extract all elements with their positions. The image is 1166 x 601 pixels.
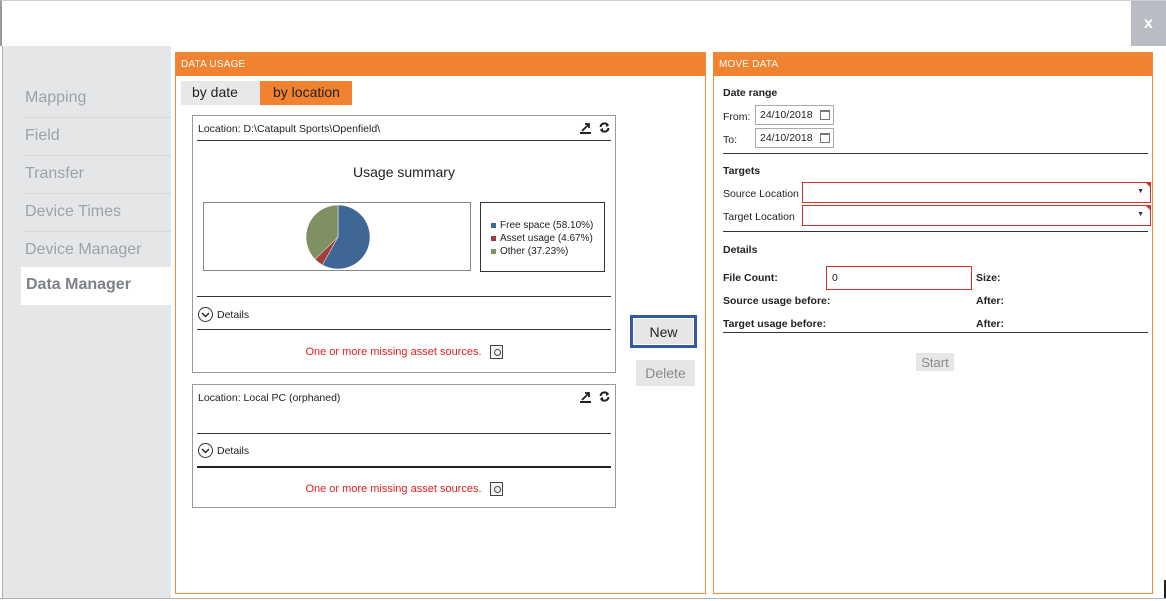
divider — [723, 153, 1148, 154]
close-button[interactable]: x — [1131, 1, 1166, 47]
sidebar-item-mapping[interactable]: Mapping — [25, 80, 172, 118]
legend-item: Free space (58.10%) — [491, 219, 604, 232]
details-heading: Details — [723, 244, 758, 256]
close-icon: x — [1144, 15, 1153, 32]
legend-swatch — [491, 236, 496, 241]
details-label: Details — [217, 308, 250, 321]
target-usage-label: Target usage before: — [723, 318, 827, 330]
details-toggle[interactable]: Details — [198, 443, 249, 458]
refresh-icon[interactable] — [597, 120, 611, 134]
divider — [197, 433, 611, 434]
data-usage-panel: DATA USAGE by date by location Location:… — [175, 52, 706, 594]
from-date-field[interactable]: 24/10/2018 — [755, 105, 834, 125]
tab-by-location[interactable]: by location — [260, 81, 352, 105]
source-after-label: After: — [976, 295, 1004, 307]
dropdown-arrow-icon: ▼ — [1137, 188, 1144, 195]
start-button[interactable]: Start — [916, 353, 954, 371]
location-card: Location: Local PC (orphaned) Details On… — [192, 384, 616, 508]
refresh-icon[interactable] — [597, 389, 611, 403]
legend-item: Asset usage (4.67%) — [491, 232, 604, 245]
error-indicator — [1145, 205, 1151, 211]
sidebar-item-device-times[interactable]: Device Times — [25, 194, 172, 232]
location-card: Location: D:\Catapult Sports\Openfield\ … — [192, 115, 616, 373]
card-toolbar — [578, 120, 611, 134]
divider — [197, 329, 611, 330]
chevron-down-circle-icon — [198, 443, 213, 458]
sidebar-item-label: Device Manager — [25, 241, 142, 258]
title-bar: x — [0, 0, 1166, 47]
move-data-panel: MOVE DATA Date range From: 24/10/2018 To… — [713, 52, 1153, 594]
divider — [723, 332, 1148, 333]
from-label: From: — [723, 111, 751, 123]
chevron-down-circle-icon — [198, 307, 213, 322]
tab-by-date[interactable]: by date — [181, 81, 260, 105]
size-label: Size: — [976, 272, 1001, 284]
new-button[interactable]: New — [630, 315, 697, 348]
file-count-label: File Count: — [723, 272, 778, 284]
source-location-select[interactable]: ▼ — [802, 182, 1151, 203]
legend-label: Other (37.23%) — [500, 246, 569, 257]
sidebar-item-data-manager[interactable]: Data Manager — [21, 267, 172, 305]
pie-legend: Free space (58.10%) Asset usage (4.67%) … — [480, 202, 605, 272]
date-range-heading: Date range — [723, 87, 778, 99]
missing-sources-text: One or more missing asset sources. — [305, 483, 482, 495]
pie-chart — [203, 202, 471, 271]
move-data-header: MOVE DATA — [714, 53, 1152, 76]
calendar-icon[interactable] — [820, 110, 830, 120]
divider — [723, 231, 1148, 232]
sidebar-item-label: Data Manager — [26, 276, 131, 293]
sidebar-item-field[interactable]: Field — [25, 118, 172, 156]
source-usage-label: Source usage before: — [723, 295, 831, 307]
export-icon[interactable] — [578, 389, 592, 403]
export-icon[interactable] — [578, 120, 592, 134]
usage-tabs: by date by location — [181, 81, 352, 105]
sidebar-item-device-manager[interactable]: Device Manager — [25, 232, 172, 270]
to-label: To: — [723, 134, 738, 146]
targets-heading: Targets — [723, 165, 761, 177]
legend-swatch — [491, 223, 496, 228]
from-date-value: 24/10/2018 — [760, 109, 813, 121]
calendar-icon[interactable] — [820, 133, 830, 143]
sidebar-item-label: Mapping — [25, 89, 87, 106]
sidebar-item-transfer[interactable]: Transfer — [25, 156, 172, 194]
to-date-value: 24/10/2018 — [760, 132, 813, 144]
legend-label: Free space (58.10%) — [500, 220, 594, 231]
dropdown-arrow-icon: ▼ — [1137, 211, 1144, 218]
usage-summary-title: Usage summary — [353, 164, 455, 180]
legend-item: Other (37.23%) — [491, 245, 604, 258]
error-indicator — [1145, 182, 1151, 188]
document-search-icon[interactable] — [489, 345, 503, 359]
document-search-icon[interactable] — [489, 482, 503, 496]
legend-label: Asset usage (4.67%) — [500, 233, 593, 244]
card-toolbar — [578, 389, 611, 403]
target-after-label: After: — [976, 318, 1004, 330]
location-title: Location: D:\Catapult Sports\Openfield\ — [198, 123, 381, 135]
sidebar-item-label: Device Times — [25, 203, 122, 220]
target-location-select[interactable]: ▼ — [802, 205, 1151, 226]
sidebar-item-label: Field — [25, 127, 60, 144]
sidebar: Mapping Field Transfer Device Times Devi… — [2, 46, 172, 598]
file-count-field[interactable]: 0 — [826, 266, 972, 290]
target-location-label: Target Location — [723, 211, 795, 223]
legend-swatch — [491, 249, 496, 254]
delete-button[interactable]: Delete — [636, 360, 695, 386]
divider — [197, 296, 611, 297]
missing-sources-warning: One or more missing asset sources. — [193, 345, 615, 359]
details-toggle[interactable]: Details — [198, 307, 249, 322]
missing-sources-warning: One or more missing asset sources. — [193, 482, 615, 496]
source-location-label: Source Location — [723, 188, 799, 200]
to-date-field[interactable]: 24/10/2018 — [755, 128, 834, 148]
divider — [197, 140, 611, 141]
main-content: DATA USAGE by date by location Location:… — [171, 46, 1166, 598]
location-title: Location: Local PC (orphaned) — [198, 392, 341, 404]
missing-sources-text: One or more missing asset sources. — [305, 346, 482, 358]
data-usage-header: DATA USAGE — [176, 53, 705, 76]
sidebar-item-label: Transfer — [25, 165, 84, 182]
pie-chart-svg — [305, 204, 371, 270]
details-label: Details — [217, 444, 250, 457]
divider — [197, 466, 611, 468]
